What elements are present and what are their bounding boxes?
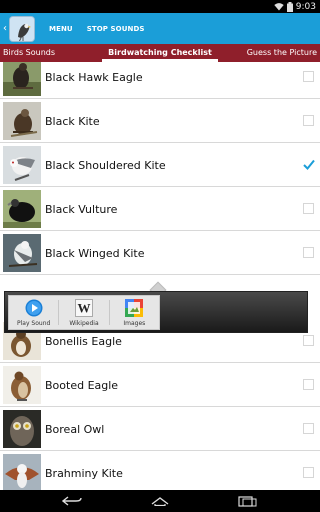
tab-birds-sounds[interactable]: Birds Sounds bbox=[3, 44, 55, 62]
google-images-icon bbox=[125, 299, 144, 317]
home-icon[interactable] bbox=[150, 494, 170, 508]
up-navigation-icon[interactable]: ‹ bbox=[1, 23, 9, 34]
list-item[interactable]: Black Hawk Eagle bbox=[0, 62, 320, 99]
list-item[interactable]: Black Winged Kite bbox=[0, 232, 320, 275]
bird-name: Black Hawk Eagle bbox=[45, 71, 143, 84]
list-item[interactable]: Booted Eagle bbox=[0, 364, 320, 407]
list-item[interactable]: Black Kite bbox=[0, 100, 320, 143]
bird-thumbnail bbox=[3, 454, 41, 490]
play-sound-button[interactable]: Play Sound bbox=[9, 296, 58, 329]
bird-thumbnail bbox=[3, 146, 41, 184]
bird-name: Booted Eagle bbox=[45, 379, 119, 392]
list-item[interactable]: Black Shouldered Kite bbox=[0, 144, 320, 187]
bird-name: Black Kite bbox=[45, 115, 100, 128]
checklist-checkbox[interactable] bbox=[303, 335, 314, 346]
bird-thumbnail bbox=[3, 410, 41, 448]
bird-name: Boreal Owl bbox=[45, 423, 105, 436]
status-time: 9:03 bbox=[295, 1, 316, 12]
battery-icon bbox=[286, 1, 293, 12]
back-icon[interactable] bbox=[62, 494, 82, 508]
wikipedia-label: Wikipedia bbox=[69, 320, 99, 327]
list-item[interactable]: Brahminy Kite bbox=[0, 452, 320, 490]
checklist-checkbox[interactable] bbox=[303, 423, 314, 434]
bird-thumbnail bbox=[3, 234, 41, 272]
wifi-icon bbox=[274, 2, 284, 11]
tab-guess-the-picture[interactable]: Guess the Picture bbox=[247, 44, 317, 62]
bird-thumbnail bbox=[3, 62, 41, 96]
list-item[interactable]: Black Vulture bbox=[0, 188, 320, 231]
checklist-checkbox[interactable] bbox=[303, 467, 314, 478]
wikipedia-button[interactable]: W Wikipedia bbox=[59, 296, 108, 329]
checklist-checkbox[interactable] bbox=[303, 203, 314, 214]
bird-thumbnail bbox=[3, 102, 41, 140]
checklist-checkbox[interactable] bbox=[303, 71, 314, 82]
bird-app-icon[interactable] bbox=[9, 15, 35, 42]
bird-thumbnail bbox=[3, 366, 41, 404]
bird-name: Black Vulture bbox=[45, 203, 118, 216]
wikipedia-icon: W bbox=[74, 299, 93, 317]
svg-text:W: W bbox=[77, 301, 90, 316]
bird-actions-panel: Play Sound W Wikipedia Images bbox=[8, 295, 160, 330]
bird-checklist[interactable]: Black Hawk Eagle Black Kite Black Should… bbox=[0, 62, 320, 490]
checklist-checkbox-checked[interactable] bbox=[303, 159, 315, 170]
bird-actions-popup: Play Sound W Wikipedia Images bbox=[4, 291, 308, 333]
action-bar: ‹ MENU STOP SOUNDS bbox=[0, 13, 320, 44]
bird-thumbnail bbox=[3, 190, 41, 228]
list-item[interactable]: Boreal Owl bbox=[0, 408, 320, 451]
bird-name: Brahminy Kite bbox=[45, 467, 123, 480]
images-button[interactable]: Images bbox=[110, 296, 159, 329]
recent-apps-icon[interactable] bbox=[238, 494, 258, 508]
checklist-checkbox[interactable] bbox=[303, 379, 314, 390]
tab-strip: Birds Sounds Birdwatching Checklist Gues… bbox=[0, 44, 320, 62]
play-sound-label: Play Sound bbox=[17, 320, 51, 327]
status-bar: 9:03 bbox=[0, 0, 320, 13]
images-label: Images bbox=[123, 320, 146, 327]
system-navigation-bar bbox=[0, 490, 320, 512]
stop-sounds-button[interactable]: STOP SOUNDS bbox=[87, 25, 145, 33]
checklist-checkbox[interactable] bbox=[303, 115, 314, 126]
bird-name: Black Shouldered Kite bbox=[45, 159, 166, 172]
checklist-checkbox[interactable] bbox=[303, 247, 314, 258]
bird-name: Black Winged Kite bbox=[45, 247, 145, 260]
play-icon bbox=[25, 299, 43, 317]
menu-button[interactable]: MENU bbox=[49, 25, 73, 33]
